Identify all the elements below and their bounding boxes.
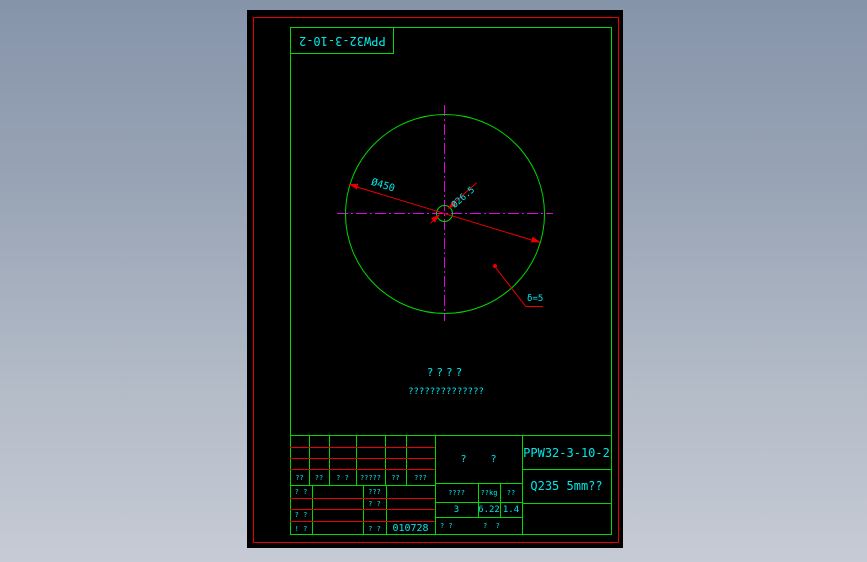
- scale-header-cell: ??: [506, 488, 516, 497]
- thickness-leader-underline: [526, 306, 543, 307]
- signature-label: ? ?: [294, 511, 308, 519]
- material-spec-cell: Q235 5mm??: [530, 479, 603, 493]
- grid-line: [312, 485, 313, 535]
- weight-header-cell: ??kg: [480, 488, 498, 497]
- revision-header-cell: ??: [391, 474, 400, 482]
- signature-label: ???: [368, 488, 381, 496]
- signature-label: ? ?: [294, 488, 308, 496]
- dim-label-thickness: δ=5: [527, 294, 544, 304]
- signature-label: ! ?: [294, 524, 308, 533]
- revision-header-cell: ?????: [359, 474, 382, 482]
- mirrored-title-box: PPW32-3-10-2: [290, 27, 394, 54]
- revision-header-cell: ???: [414, 474, 427, 482]
- grid-line: [435, 517, 522, 518]
- middle-bottom-right: ? ?: [483, 522, 500, 530]
- signature-label: ? ?: [368, 524, 381, 533]
- center-note-line2: ??????????????: [408, 387, 484, 397]
- center-note-line1: ????: [426, 366, 466, 379]
- revision-header-cell: ? ?: [336, 474, 349, 482]
- grid-line-red: [290, 469, 435, 470]
- cad-drawing-canvas: PPW32-3-10-2 Ø450 Ø26.5 δ=5 ???? ???????…: [247, 10, 623, 548]
- grid-line: [522, 503, 611, 504]
- qty-value-cell: 3: [453, 504, 460, 515]
- title-block: ?? ?? ? ? ????? ?? ??? ? ? ??? ? ? ? ? !…: [290, 435, 611, 535]
- grid-line-red: [290, 458, 435, 459]
- grid-line-red: [290, 447, 435, 448]
- qty-header-cell: ????: [448, 488, 465, 497]
- scale-value-cell: 1.4: [502, 504, 520, 515]
- revision-header-cell: ??: [295, 474, 304, 482]
- middle-title-cell: ? ?: [460, 454, 497, 465]
- weight-value-cell: 6.22: [478, 504, 500, 515]
- signature-date: 010728: [392, 523, 429, 534]
- part-number-cell: PPW32-3-10-2: [523, 445, 610, 460]
- middle-bottom-left: ? ?: [440, 522, 453, 530]
- signature-label: ? ?: [368, 499, 381, 508]
- mirrored-title-text: PPW32-3-10-2: [298, 33, 386, 48]
- revision-header-cell: ??: [314, 474, 324, 482]
